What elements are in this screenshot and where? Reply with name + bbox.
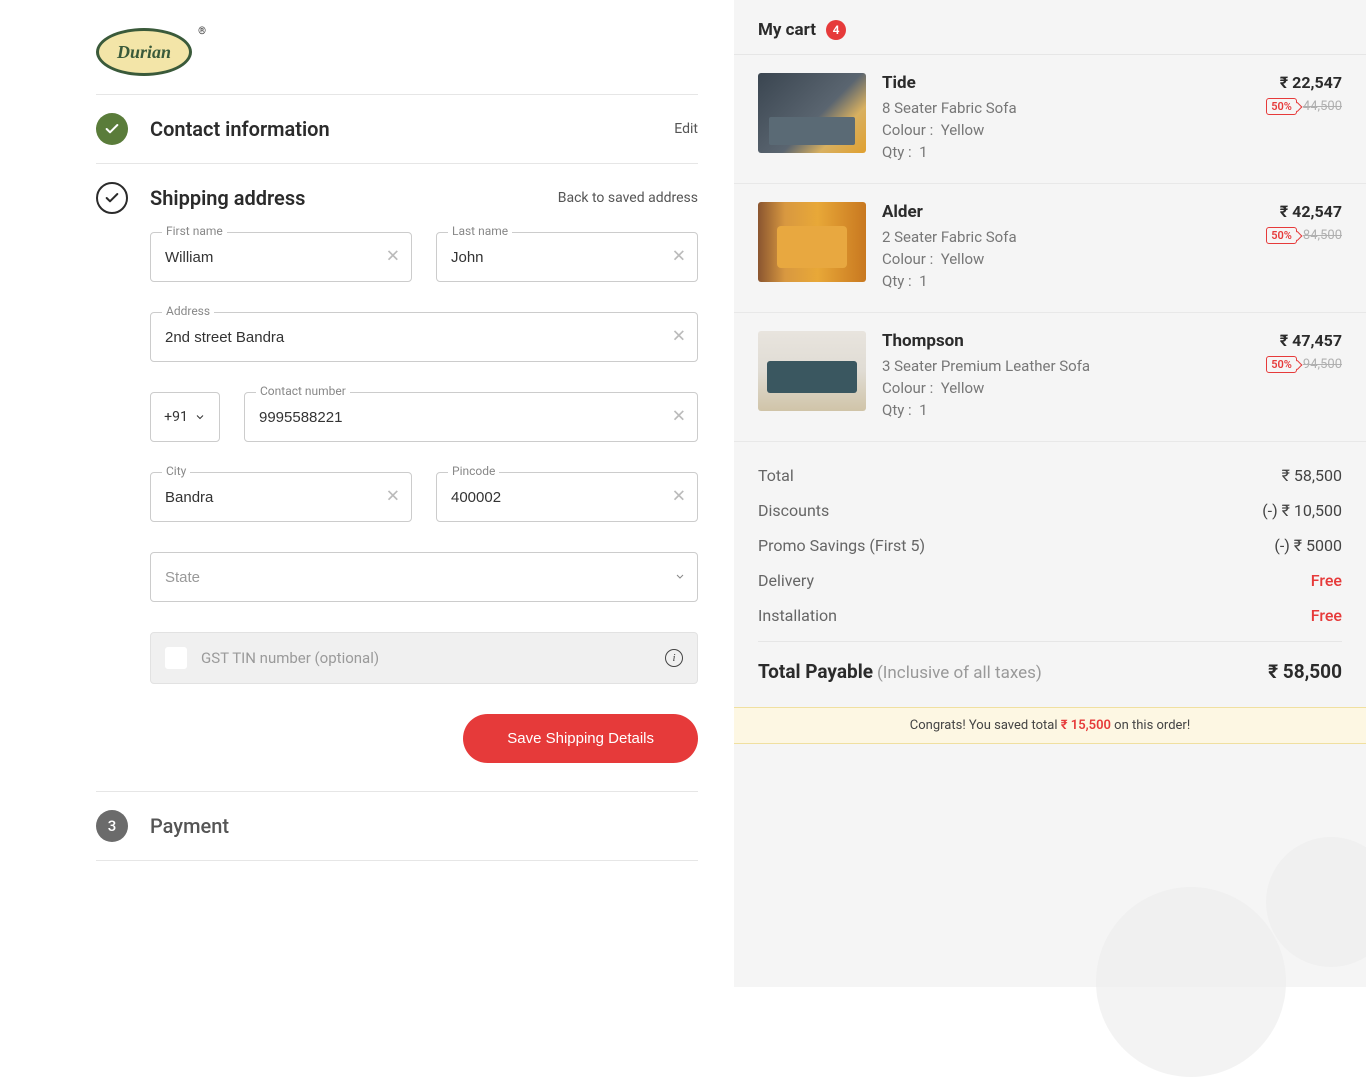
country-code-select[interactable]: +91 — [150, 392, 220, 442]
discount-badge: 50% — [1266, 356, 1297, 373]
step-payment: 3 Payment — [96, 792, 698, 860]
product-desc: 8 Seater Fabric Sofa — [882, 99, 1250, 117]
step-shipping: Shipping address Back to saved address — [96, 164, 698, 232]
cart-count-badge: 4 — [826, 20, 846, 40]
product-old-price: 94,500 — [1303, 357, 1342, 372]
save-shipping-button[interactable]: Save Shipping Details — [463, 714, 698, 763]
product-thumbnail — [758, 202, 866, 282]
product-desc: 3 Seater Premium Leather Sofa — [882, 357, 1250, 375]
cart-item: Tide 8 Seater Fabric Sofa Colour : Yello… — [734, 55, 1366, 184]
installation-label: Installation — [758, 606, 837, 625]
product-qty: Qty : 1 — [882, 272, 1250, 290]
product-price: ₹ 22,547 — [1266, 73, 1342, 92]
discount-badge: 50% — [1266, 98, 1297, 115]
total-label: Total — [758, 466, 794, 485]
product-old-price: 84,500 — [1303, 228, 1342, 243]
step-contact-title: Contact information — [150, 117, 674, 141]
contact-number-input[interactable] — [244, 392, 698, 442]
state-select[interactable] — [150, 552, 698, 602]
savings-banner: Congrats! You saved total ₹ 15,500 on th… — [734, 707, 1366, 744]
last-name-input[interactable] — [436, 232, 698, 282]
step-number-icon: 3 — [96, 810, 128, 842]
step-shipping-title: Shipping address — [150, 186, 558, 210]
discounts-value: (-) ₹ 10,500 — [1262, 501, 1342, 520]
product-name: Alder — [882, 202, 1250, 222]
product-qty: Qty : 1 — [882, 401, 1250, 419]
check-icon — [96, 113, 128, 145]
product-desc: 2 Seater Fabric Sofa — [882, 228, 1250, 246]
registered-mark: ® — [198, 26, 206, 37]
product-old-price: 44,500 — [1303, 99, 1342, 114]
step-payment-title: Payment — [150, 814, 698, 838]
clear-icon[interactable]: ✕ — [672, 249, 686, 266]
gst-label: GST TIN number (optional) — [201, 649, 651, 667]
product-thumbnail — [758, 73, 866, 153]
cart-item: Thompson 3 Seater Premium Leather Sofa C… — [734, 313, 1366, 442]
payable-sublabel: (Inclusive of all taxes) — [877, 663, 1042, 683]
discount-badge: 50% — [1266, 227, 1297, 244]
chevron-down-icon — [194, 411, 206, 423]
clear-icon[interactable]: ✕ — [672, 329, 686, 346]
product-colour: Colour : Yellow — [882, 379, 1250, 397]
installation-value: Free — [1311, 606, 1342, 625]
promo-value: (-) ₹ 5000 — [1274, 536, 1342, 555]
city-label: City — [162, 464, 190, 478]
info-icon[interactable]: i — [665, 649, 683, 667]
cart-item: Alder 2 Seater Fabric Sofa Colour : Yell… — [734, 184, 1366, 313]
delivery-value: Free — [1311, 571, 1342, 590]
cart-title: My cart — [758, 20, 816, 40]
cart-header: My cart 4 — [734, 0, 1366, 55]
clear-icon[interactable]: ✕ — [386, 249, 400, 266]
address-label: Address — [162, 304, 214, 318]
product-name: Thompson — [882, 331, 1250, 351]
first-name-label: First name — [162, 224, 227, 238]
payable-value: ₹ 58,500 — [1268, 660, 1342, 683]
pincode-label: Pincode — [448, 464, 499, 478]
product-price: ₹ 42,547 — [1266, 202, 1342, 221]
clear-icon[interactable]: ✕ — [672, 489, 686, 506]
last-name-label: Last name — [448, 224, 512, 238]
brand-logo: Durian ® — [96, 28, 202, 76]
total-value: ₹ 58,500 — [1282, 466, 1342, 485]
first-name-input[interactable] — [150, 232, 412, 282]
delivery-label: Delivery — [758, 571, 814, 590]
step-contact: Contact information Edit — [96, 95, 698, 163]
gst-row: GST TIN number (optional) i — [150, 632, 698, 684]
contact-number-label: Contact number — [256, 384, 350, 398]
totals-section: Total ₹ 58,500 Discounts (-) ₹ 10,500 Prom… — [734, 442, 1366, 707]
pincode-input[interactable] — [436, 472, 698, 522]
back-to-saved-link[interactable]: Back to saved address — [558, 190, 698, 206]
gst-checkbox[interactable] — [165, 647, 187, 669]
promo-label: Promo Savings (First 5) — [758, 536, 925, 555]
brand-name: Durian — [96, 28, 192, 76]
city-input[interactable] — [150, 472, 412, 522]
clear-icon[interactable]: ✕ — [672, 409, 686, 426]
savings-amount: ₹ 15,500 — [1061, 718, 1111, 733]
product-colour: Colour : Yellow — [882, 250, 1250, 268]
product-thumbnail — [758, 331, 866, 411]
edit-contact-link[interactable]: Edit — [674, 121, 698, 137]
product-qty: Qty : 1 — [882, 143, 1250, 161]
product-price: ₹ 47,457 — [1266, 331, 1342, 350]
product-colour: Colour : Yellow — [882, 121, 1250, 139]
check-icon — [96, 182, 128, 214]
address-input[interactable] — [150, 312, 698, 362]
discounts-label: Discounts — [758, 501, 829, 520]
country-code-value: +91 — [164, 409, 188, 425]
product-name: Tide — [882, 73, 1250, 93]
clear-icon[interactable]: ✕ — [386, 489, 400, 506]
payable-label: Total Payable — [758, 660, 873, 683]
